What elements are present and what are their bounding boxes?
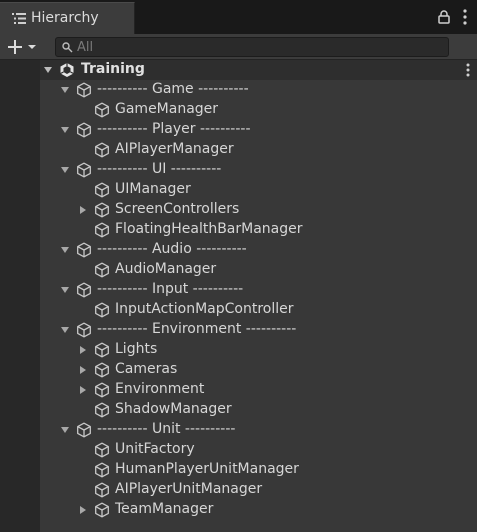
hierarchy-item[interactable]: GameManager bbox=[0, 100, 477, 120]
scene-row[interactable]: Training bbox=[0, 60, 477, 80]
hierarchy-item[interactable]: ---------- UI ---------- bbox=[0, 160, 477, 180]
cube-icon bbox=[77, 322, 91, 338]
hierarchy-item[interactable]: Environment bbox=[0, 380, 477, 400]
hierarchy-item[interactable]: UIManager bbox=[0, 180, 477, 200]
hierarchy-item[interactable]: UnitFactory bbox=[0, 440, 477, 460]
hierarchy-item-label: ---------- Audio ---------- bbox=[97, 241, 247, 257]
lock-icon[interactable] bbox=[438, 10, 450, 24]
collapsed-arrow-icon[interactable] bbox=[78, 365, 88, 375]
cube-icon bbox=[95, 262, 109, 278]
tab-title: Hierarchy bbox=[31, 10, 99, 26]
cube-icon bbox=[95, 342, 109, 358]
scene-name: Training bbox=[81, 61, 145, 77]
search-icon bbox=[62, 42, 73, 53]
collapsed-arrow-icon[interactable] bbox=[78, 505, 88, 515]
hierarchy-item-label: AIPlayerUnitManager bbox=[115, 481, 263, 497]
expand-arrow-icon[interactable] bbox=[60, 325, 70, 335]
cube-icon bbox=[95, 502, 109, 518]
hierarchy-item-label: ---------- Environment ---------- bbox=[97, 321, 297, 337]
hierarchy-item-label: AIPlayerManager bbox=[115, 141, 234, 157]
hierarchy-item-label: ---------- UI ---------- bbox=[97, 161, 222, 177]
cube-icon bbox=[95, 382, 109, 398]
cube-icon bbox=[95, 202, 109, 218]
hierarchy-item[interactable]: ShadowManager bbox=[0, 400, 477, 420]
expand-arrow-icon[interactable] bbox=[60, 85, 70, 95]
cube-icon bbox=[95, 462, 109, 478]
tab-hierarchy[interactable]: Hierarchy bbox=[0, 2, 135, 34]
hierarchy-item[interactable]: InputActionMapController bbox=[0, 300, 477, 320]
cube-icon bbox=[95, 142, 109, 158]
expand-arrow-icon[interactable] bbox=[60, 165, 70, 175]
cube-icon bbox=[95, 222, 109, 238]
hierarchy-item[interactable]: TeamManager bbox=[0, 500, 477, 520]
hierarchy-item[interactable]: AIPlayerManager bbox=[0, 140, 477, 160]
hierarchy-item-label: Cameras bbox=[115, 361, 178, 377]
expand-arrow-icon[interactable] bbox=[60, 425, 70, 435]
cube-icon bbox=[95, 362, 109, 378]
tab-bar: Hierarchy bbox=[0, 0, 477, 34]
collapsed-arrow-icon[interactable] bbox=[78, 345, 88, 355]
hierarchy-item[interactable]: HumanPlayerUnitManager bbox=[0, 460, 477, 480]
hierarchy-item-label: UnitFactory bbox=[115, 441, 195, 457]
cube-icon bbox=[77, 122, 91, 138]
hierarchy-item[interactable]: ---------- Audio ---------- bbox=[0, 240, 477, 260]
kebab-menu-icon[interactable] bbox=[463, 9, 467, 25]
hierarchy-item-label: GameManager bbox=[115, 101, 219, 117]
hierarchy-item-label: ScreenControllers bbox=[115, 201, 240, 217]
collapsed-arrow-icon[interactable] bbox=[78, 385, 88, 395]
hierarchy-item[interactable]: ---------- Environment ---------- bbox=[0, 320, 477, 340]
hierarchy-item-label: InputActionMapController bbox=[115, 301, 294, 317]
add-dropdown-button[interactable] bbox=[6, 37, 42, 57]
toolbar bbox=[0, 34, 477, 90]
hierarchy-item-label: ---------- Unit ---------- bbox=[97, 421, 236, 437]
expand-arrow-icon[interactable] bbox=[60, 285, 70, 295]
cube-icon bbox=[95, 102, 109, 118]
hierarchy-list-icon bbox=[12, 13, 26, 24]
cube-icon bbox=[77, 82, 91, 98]
hierarchy-item-label: FloatingHealthBarManager bbox=[115, 221, 303, 237]
hierarchy-item-label: ---------- Input ---------- bbox=[97, 281, 244, 297]
hierarchy-item-label: UIManager bbox=[115, 181, 191, 197]
cube-icon bbox=[95, 482, 109, 498]
cube-icon bbox=[95, 302, 109, 318]
hierarchy-item-label: ---------- Game ---------- bbox=[97, 81, 249, 97]
hierarchy-item-label: AudioManager bbox=[115, 261, 217, 277]
cube-icon bbox=[95, 442, 109, 458]
hierarchy-item[interactable]: Lights bbox=[0, 340, 477, 360]
collapsed-arrow-icon[interactable] bbox=[78, 205, 88, 215]
hierarchy-item-label: ---------- Player ---------- bbox=[97, 121, 251, 137]
expand-arrow-icon[interactable] bbox=[60, 125, 70, 135]
hierarchy-item[interactable]: ---------- Player ---------- bbox=[0, 120, 477, 140]
hierarchy-item[interactable]: AudioManager bbox=[0, 260, 477, 280]
cube-icon bbox=[95, 402, 109, 418]
hierarchy-item-label: TeamManager bbox=[115, 501, 214, 517]
search-field[interactable] bbox=[55, 37, 449, 57]
hierarchy-item[interactable]: Cameras bbox=[0, 360, 477, 380]
scene-menu-icon[interactable] bbox=[466, 63, 470, 77]
hierarchy-item[interactable]: ---------- Input ---------- bbox=[0, 280, 477, 300]
hierarchy-item[interactable]: ScreenControllers bbox=[0, 200, 477, 220]
cube-icon bbox=[77, 282, 91, 298]
hierarchy-item-label: ShadowManager bbox=[115, 401, 232, 417]
hierarchy-item-label: HumanPlayerUnitManager bbox=[115, 461, 299, 477]
hierarchy-item[interactable]: ---------- Game ---------- bbox=[0, 80, 477, 100]
hierarchy-item[interactable]: FloatingHealthBarManager bbox=[0, 220, 477, 240]
hierarchy-item-label: Lights bbox=[115, 341, 158, 357]
hierarchy-item[interactable]: ---------- Unit ---------- bbox=[0, 420, 477, 440]
unity-scene-icon bbox=[60, 63, 74, 77]
expand-arrow-icon[interactable] bbox=[60, 245, 70, 255]
hierarchy-item[interactable]: AIPlayerUnitManager bbox=[0, 480, 477, 500]
search-input[interactable] bbox=[77, 39, 407, 55]
hierarchy-item-label: Environment bbox=[115, 381, 205, 397]
cube-icon bbox=[77, 162, 91, 178]
expand-arrow-icon[interactable] bbox=[43, 65, 53, 75]
cube-icon bbox=[95, 182, 109, 198]
hierarchy-tree: Training ---------- Game ---------- GameM… bbox=[0, 60, 477, 532]
cube-icon bbox=[77, 242, 91, 258]
cube-icon bbox=[77, 422, 91, 438]
